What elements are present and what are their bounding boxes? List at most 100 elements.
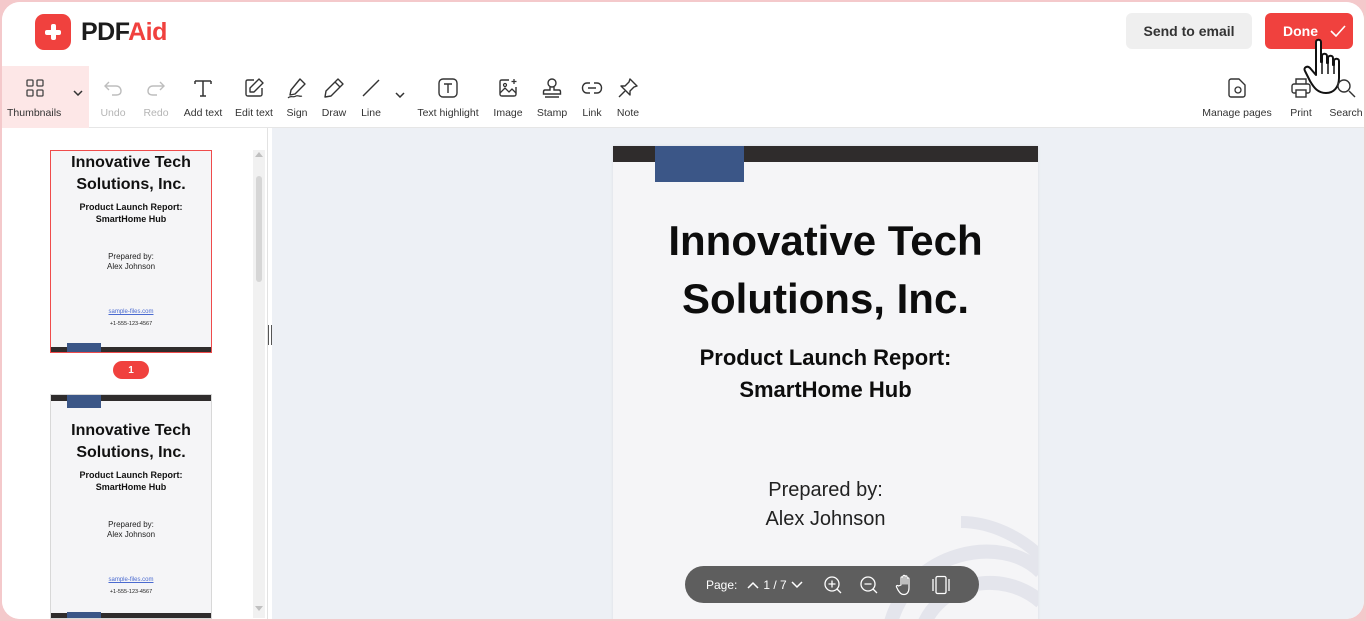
line-options-dropdown[interactable] xyxy=(393,66,407,128)
line-tool[interactable]: Line xyxy=(358,66,384,128)
page-settings-icon xyxy=(1226,75,1248,101)
add-text-label: Add text xyxy=(183,107,223,119)
grid-icon xyxy=(7,75,63,101)
thumb-link: sample-files.com xyxy=(108,309,154,315)
thumb-bottom-block xyxy=(67,612,101,618)
edit-pen-icon xyxy=(243,75,265,101)
thumb-subtitle-line2: SmartHome Hub xyxy=(95,482,167,492)
undo-label: Undo xyxy=(100,107,126,119)
plus-logo-icon xyxy=(35,14,71,50)
redo-label: Redo xyxy=(143,107,169,119)
stamp-icon xyxy=(541,75,563,101)
stamp-label: Stamp xyxy=(536,107,568,119)
printer-icon xyxy=(1290,75,1312,101)
page-indicator: 1 / 7 xyxy=(763,577,787,592)
link-icon xyxy=(581,75,603,101)
thumb-phone: +1-555-123-4567 xyxy=(109,589,153,595)
print-tool[interactable]: Print xyxy=(1286,66,1316,128)
manage-pages-label: Manage pages xyxy=(1202,107,1272,119)
zoom-out-icon[interactable] xyxy=(859,575,879,595)
zoom-in-icon[interactable] xyxy=(823,575,843,595)
page-label: Page: xyxy=(706,577,738,592)
sign-label: Sign xyxy=(286,107,308,119)
pencil-icon xyxy=(323,75,345,101)
link-tool[interactable]: Link xyxy=(579,66,605,128)
document-subtitle-line2: SmartHome Hub xyxy=(739,377,912,402)
draw-label: Draw xyxy=(321,107,347,119)
prepared-by-label: Prepared by: xyxy=(768,479,883,501)
redo-tool[interactable]: Redo xyxy=(142,66,170,128)
thumb-link: sample-files.com xyxy=(108,577,154,583)
send-to-email-button[interactable]: Send to email xyxy=(1126,13,1252,49)
document-subtitle-line1: Product Launch Report: xyxy=(699,345,952,370)
thumb-subtitle-line1: Product Launch Report: xyxy=(79,202,183,212)
chevron-down-icon xyxy=(395,92,405,98)
chevron-down-icon[interactable] xyxy=(73,90,83,96)
thumb-title-line2: Solutions, Inc. xyxy=(76,444,186,461)
document-title-line1: Innovative Tech xyxy=(668,217,983,264)
thumb-prepared-label: Prepared by: xyxy=(108,252,154,261)
pdfaid-logo[interactable]: PDFAid xyxy=(35,14,167,50)
edit-text-label: Edit text xyxy=(235,107,273,119)
scroll-up-arrow-icon[interactable] xyxy=(255,152,263,157)
image-add-icon xyxy=(497,75,519,101)
scroll-down-arrow-icon[interactable] xyxy=(255,606,263,611)
search-icon xyxy=(1335,75,1357,101)
thumb-prepared-label: Prepared by: xyxy=(108,520,154,529)
thumb-title-line1: Innovative Tech xyxy=(71,154,191,171)
sign-tool[interactable]: Sign xyxy=(283,66,311,128)
image-label: Image xyxy=(493,107,523,119)
undo-icon xyxy=(103,75,123,101)
thumb-bottom-block xyxy=(67,343,101,352)
page-top-block xyxy=(655,146,744,182)
search-tool[interactable]: Search xyxy=(1328,66,1364,128)
logo-wordmark: PDFAid xyxy=(81,17,167,46)
thumb-author: Alex Johnson xyxy=(106,530,156,539)
thumb-subtitle-line2: SmartHome Hub xyxy=(95,214,167,224)
manage-pages-tool[interactable]: Manage pages xyxy=(1200,66,1274,128)
document-title-line2: Solutions, Inc. xyxy=(681,275,969,322)
fit-page-icon[interactable] xyxy=(931,575,951,595)
text-box-icon xyxy=(437,75,459,101)
pin-icon xyxy=(617,75,639,101)
document-page[interactable]: Innovative Tech Solutions, Inc. Product … xyxy=(613,146,1038,619)
document-viewer[interactable]: Innovative Tech Solutions, Inc. Product … xyxy=(272,128,1364,619)
print-label: Print xyxy=(1290,107,1312,119)
edit-text-tool[interactable]: Edit text xyxy=(235,66,273,128)
thumb-subtitle-line1: Product Launch Report: xyxy=(79,470,183,480)
text-highlight-label: Text highlight xyxy=(417,107,479,119)
note-tool[interactable]: Note xyxy=(614,66,642,128)
search-label: Search xyxy=(1329,107,1363,119)
draw-tool[interactable]: Draw xyxy=(320,66,348,128)
page-navigation-bar: Page: 1 / 7 xyxy=(685,566,979,603)
image-tool[interactable]: Image xyxy=(491,66,525,128)
thumbnail-scrollbar-thumb[interactable] xyxy=(256,176,262,282)
app-window: PDFAid Send to email Done Thumbnails Und… xyxy=(2,2,1364,619)
thumb-title-line2: Solutions, Inc. xyxy=(76,176,186,193)
app-header: PDFAid Send to email Done xyxy=(2,2,1364,94)
done-label: Done xyxy=(1283,23,1318,39)
thumb-author: Alex Johnson xyxy=(106,262,156,271)
thumbnails-tool[interactable]: Thumbnails xyxy=(2,66,89,128)
link-label: Link xyxy=(582,107,602,119)
hand-pan-icon[interactable] xyxy=(895,574,915,596)
thumb-phone: +1-555-123-4567 xyxy=(109,321,153,327)
thumbnails-label: Thumbnails xyxy=(7,107,62,119)
text-highlight-tool[interactable]: Text highlight xyxy=(416,66,480,128)
stamp-tool[interactable]: Stamp xyxy=(535,66,569,128)
line-label: Line xyxy=(361,107,381,119)
line-icon xyxy=(361,75,381,101)
redo-icon xyxy=(146,75,166,101)
next-page-chevron-icon[interactable] xyxy=(791,580,803,589)
signature-pen-icon xyxy=(286,75,308,101)
current-page-badge: 1 xyxy=(113,361,149,379)
page-thumbnail-1[interactable]: Innovative Tech Solutions, Inc. Product … xyxy=(50,150,212,353)
add-text-tool[interactable]: Add text xyxy=(182,66,224,128)
thumb-top-block xyxy=(67,395,101,408)
undo-tool[interactable]: Undo xyxy=(98,66,128,128)
note-label: Note xyxy=(616,107,640,119)
editor-toolbar: Thumbnails Undo Redo Add text Edit text … xyxy=(2,66,1364,128)
page-thumbnail-2[interactable]: Innovative Tech Solutions, Inc. Product … xyxy=(50,394,212,619)
thumb-title-line1: Innovative Tech xyxy=(71,422,191,439)
previous-page-chevron-icon[interactable] xyxy=(747,581,759,589)
